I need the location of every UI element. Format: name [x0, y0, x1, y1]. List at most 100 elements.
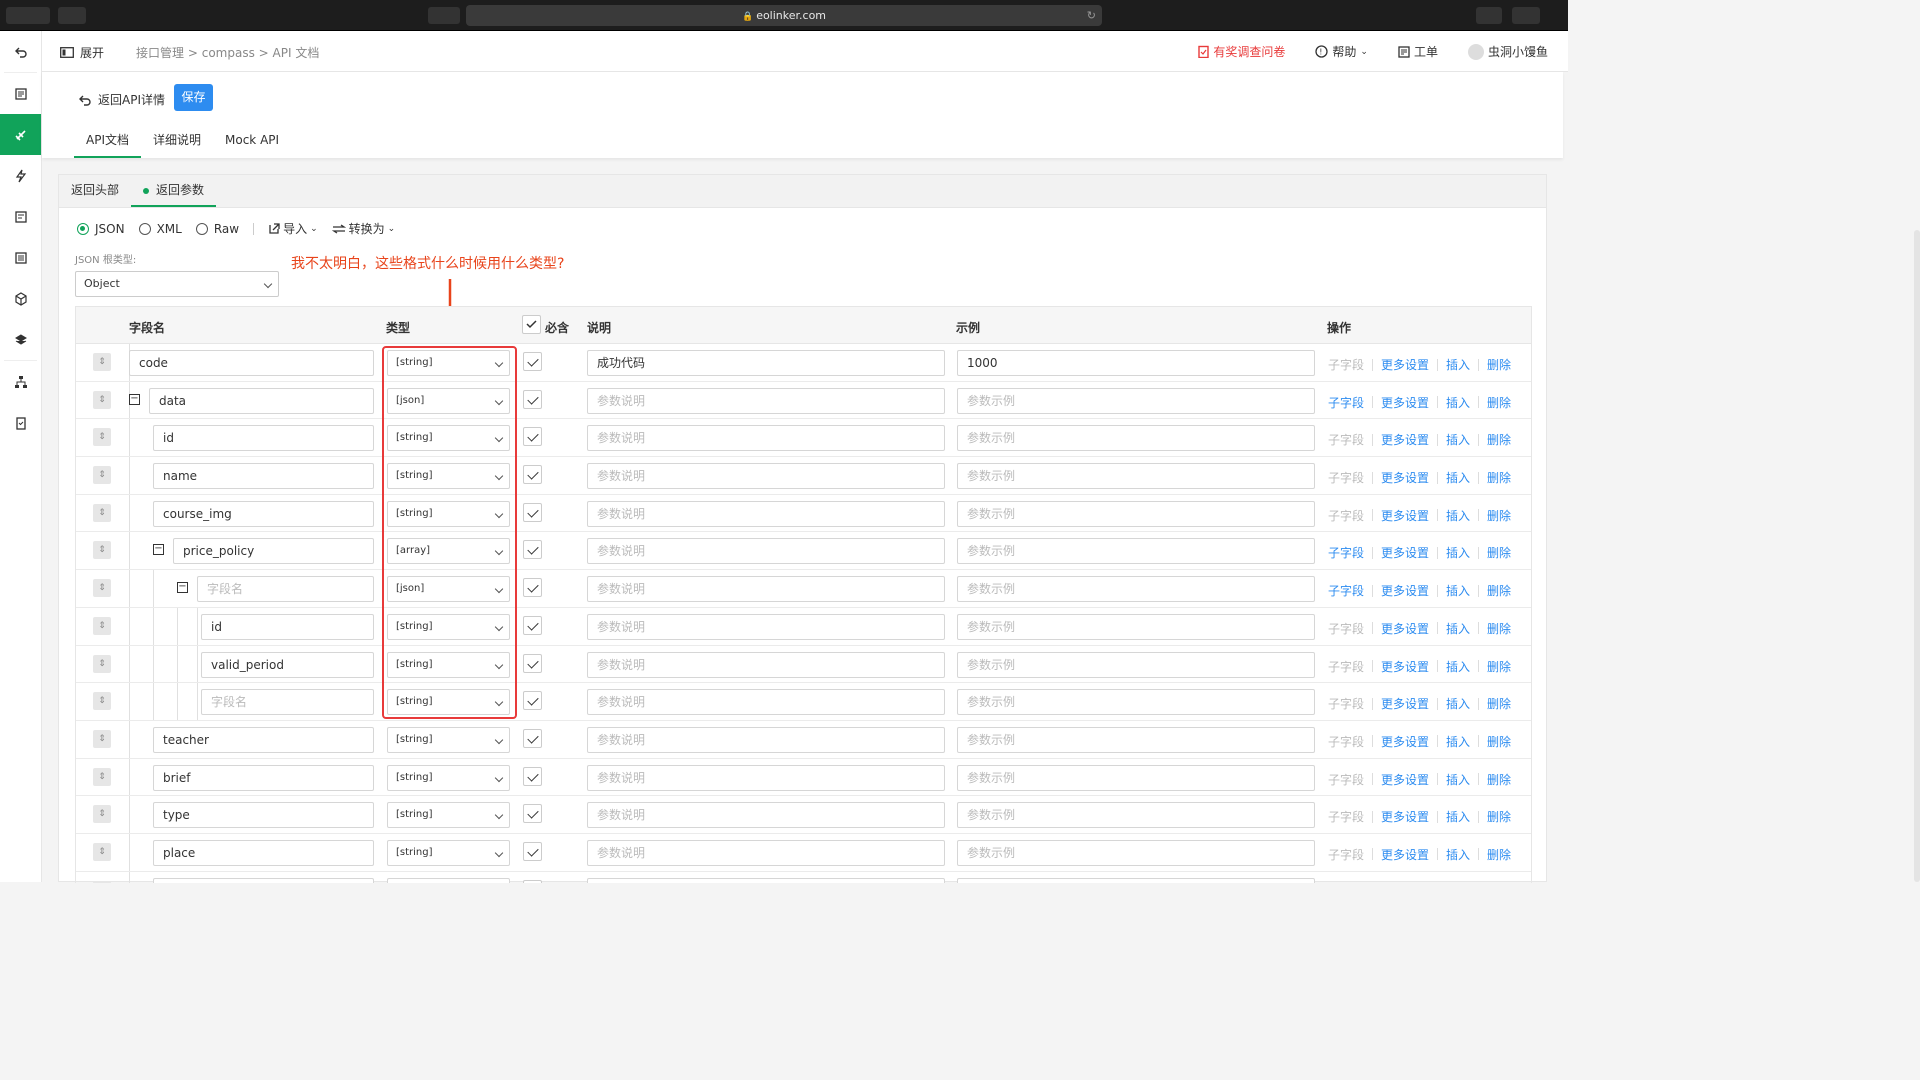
import-menu[interactable]: 导入 ⌄ — [268, 220, 318, 237]
add-child-button[interactable]: 子字段 — [1328, 356, 1364, 373]
example-input[interactable]: 参数示例 — [957, 576, 1315, 603]
rail-api-icon[interactable] — [0, 114, 41, 155]
delete-button[interactable]: 删除 — [1487, 620, 1511, 637]
add-child-button[interactable]: 子字段 — [1328, 394, 1364, 411]
description-input[interactable]: 参数说明 — [587, 689, 945, 716]
format-raw-radio[interactable]: Raw — [195, 222, 239, 236]
required-checkbox[interactable] — [523, 578, 542, 598]
field-name-input[interactable]: 字段名 — [201, 689, 374, 716]
example-input[interactable]: 参数示例 — [957, 839, 1315, 866]
field-name-input[interactable]: 字段名 — [197, 576, 374, 603]
description-input[interactable]: 参数说明 — [587, 651, 945, 678]
back-to-api-button[interactable]: 返回API详情 — [78, 91, 165, 108]
rail-doc-icon[interactable] — [0, 196, 41, 237]
format-xml-radio[interactable]: XML — [138, 222, 182, 236]
add-child-button[interactable]: 子字段 — [1328, 582, 1364, 599]
reload-icon[interactable]: ↻ — [1087, 5, 1096, 26]
drag-handle-icon[interactable]: ⇕ — [93, 466, 111, 485]
more-settings-button[interactable]: 更多设置 — [1381, 846, 1429, 863]
sidebar-toggle-button[interactable] — [58, 7, 86, 24]
tab-response-params[interactable]: 返回参数 — [131, 175, 217, 207]
type-select[interactable]: [string] — [387, 726, 510, 753]
expand-button[interactable]: 展开 — [60, 44, 104, 61]
example-input[interactable]: 参数示例 — [957, 463, 1315, 490]
add-child-button[interactable]: 子字段 — [1328, 846, 1364, 863]
address-bar[interactable]: 🔒 eolinker.com ↻ — [466, 5, 1102, 26]
drag-handle-icon[interactable]: ⇕ — [93, 729, 111, 748]
tabs-button[interactable] — [1512, 7, 1540, 24]
field-name-input[interactable]: type — [153, 802, 374, 829]
rail-package-icon[interactable] — [0, 278, 41, 319]
add-child-button[interactable]: 子字段 — [1328, 695, 1364, 712]
field-name-input[interactable]: id — [153, 425, 374, 452]
delete-button[interactable]: 删除 — [1487, 658, 1511, 675]
required-checkbox[interactable] — [523, 841, 542, 861]
more-settings-button[interactable]: 更多设置 — [1381, 431, 1429, 448]
example-input[interactable]: 参数示例 — [957, 500, 1315, 527]
rail-overview-icon[interactable] — [0, 73, 41, 114]
insert-button[interactable]: 插入 — [1446, 846, 1470, 863]
example-input[interactable]: 参数示例 — [957, 689, 1315, 716]
rail-back-icon[interactable] — [0, 31, 41, 72]
drag-handle-icon[interactable]: ⇕ — [93, 579, 111, 598]
type-select[interactable]: [string] — [387, 802, 510, 829]
more-settings-button[interactable]: 更多设置 — [1381, 695, 1429, 712]
collapse-icon[interactable]: − — [129, 393, 140, 405]
more-settings-button[interactable]: 更多设置 — [1381, 620, 1429, 637]
example-input[interactable]: 参数示例 — [957, 425, 1315, 452]
description-input[interactable]: 参数说明 — [587, 726, 945, 753]
required-checkbox[interactable] — [523, 879, 542, 883]
add-child-button[interactable]: 子字段 — [1328, 808, 1364, 825]
breadcrumb-item[interactable]: compass — [202, 46, 255, 60]
required-checkbox[interactable] — [523, 804, 542, 824]
description-input[interactable]: 参数说明 — [587, 463, 945, 490]
description-input[interactable]: 参数说明 — [587, 613, 945, 640]
description-input[interactable]: 参数说明 — [587, 387, 945, 414]
collapse-icon[interactable]: − — [177, 582, 188, 594]
ticket-link[interactable]: 工单 — [1398, 43, 1438, 60]
more-settings-button[interactable]: 更多设置 — [1381, 771, 1429, 788]
required-checkbox[interactable] — [523, 352, 542, 371]
example-input[interactable]: 参数示例 — [957, 538, 1315, 565]
collapse-icon[interactable]: − — [153, 544, 164, 556]
required-checkbox[interactable] — [523, 465, 542, 485]
add-child-button[interactable]: 子字段 — [1328, 658, 1364, 675]
drag-handle-icon[interactable]: ⇕ — [93, 353, 111, 371]
convert-menu[interactable]: 转换为 ⌄ — [331, 220, 395, 237]
example-input[interactable]: 参数示例 — [957, 802, 1315, 829]
field-name-input[interactable]: course_img — [153, 500, 374, 527]
field-name-input[interactable]: price_policy — [173, 538, 374, 565]
insert-button[interactable]: 插入 — [1446, 507, 1470, 524]
rail-test-icon[interactable] — [0, 155, 41, 196]
more-settings-button[interactable]: 更多设置 — [1381, 658, 1429, 675]
field-name-input[interactable]: brief — [153, 764, 374, 791]
example-input[interactable]: 参数示例 — [957, 613, 1315, 640]
tab-mock-api[interactable]: Mock API — [213, 132, 291, 158]
more-settings-button[interactable]: 更多设置 — [1381, 469, 1429, 486]
field-name-input[interactable]: teacher — [153, 726, 374, 753]
insert-button[interactable]: 插入 — [1446, 695, 1470, 712]
insert-button[interactable]: 插入 — [1446, 658, 1470, 675]
drag-handle-icon[interactable]: ⇕ — [93, 767, 111, 786]
insert-button[interactable]: 插入 — [1446, 808, 1470, 825]
description-input[interactable]: 参数说明 — [587, 802, 945, 829]
add-child-button[interactable]: 子字段 — [1328, 544, 1364, 561]
required-checkbox[interactable] — [523, 389, 542, 409]
example-input[interactable]: 1000 — [957, 350, 1315, 376]
delete-button[interactable]: 删除 — [1487, 695, 1511, 712]
description-input[interactable]: 参数说明 — [587, 425, 945, 452]
browser-nav-buttons[interactable] — [6, 7, 50, 24]
add-child-button[interactable]: 子字段 — [1328, 771, 1364, 788]
delete-button[interactable]: 删除 — [1487, 846, 1511, 863]
field-name-input[interactable]: data — [149, 387, 374, 414]
required-checkbox[interactable] — [523, 540, 542, 560]
example-input[interactable]: 参数示例 — [957, 726, 1315, 753]
format-json-radio[interactable]: JSON — [77, 222, 125, 236]
drag-handle-icon[interactable]: ⇕ — [93, 805, 111, 824]
more-settings-button[interactable]: 更多设置 — [1381, 808, 1429, 825]
field-name-input[interactable]: 字段名 — [153, 877, 374, 883]
survey-link[interactable]: 有奖调查问卷 — [1198, 43, 1285, 60]
required-checkbox[interactable] — [523, 615, 542, 635]
insert-button[interactable]: 插入 — [1446, 469, 1470, 486]
delete-button[interactable]: 删除 — [1487, 507, 1511, 524]
